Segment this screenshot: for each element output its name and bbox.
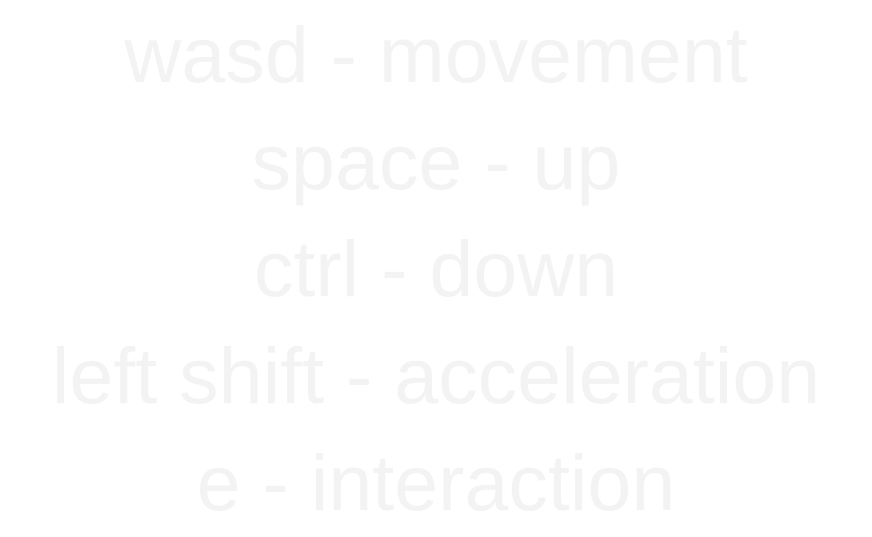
control-hint-acceleration: left shift - acceleration bbox=[51, 331, 821, 420]
controls-overlay: wasd - movement space - up ctrl - down l… bbox=[0, 0, 872, 537]
control-hint-down: ctrl - down bbox=[253, 224, 619, 313]
control-hint-interaction: e - interaction bbox=[196, 438, 676, 527]
control-hint-movement: wasd - movement bbox=[124, 10, 748, 99]
control-hint-up: space - up bbox=[251, 117, 621, 206]
